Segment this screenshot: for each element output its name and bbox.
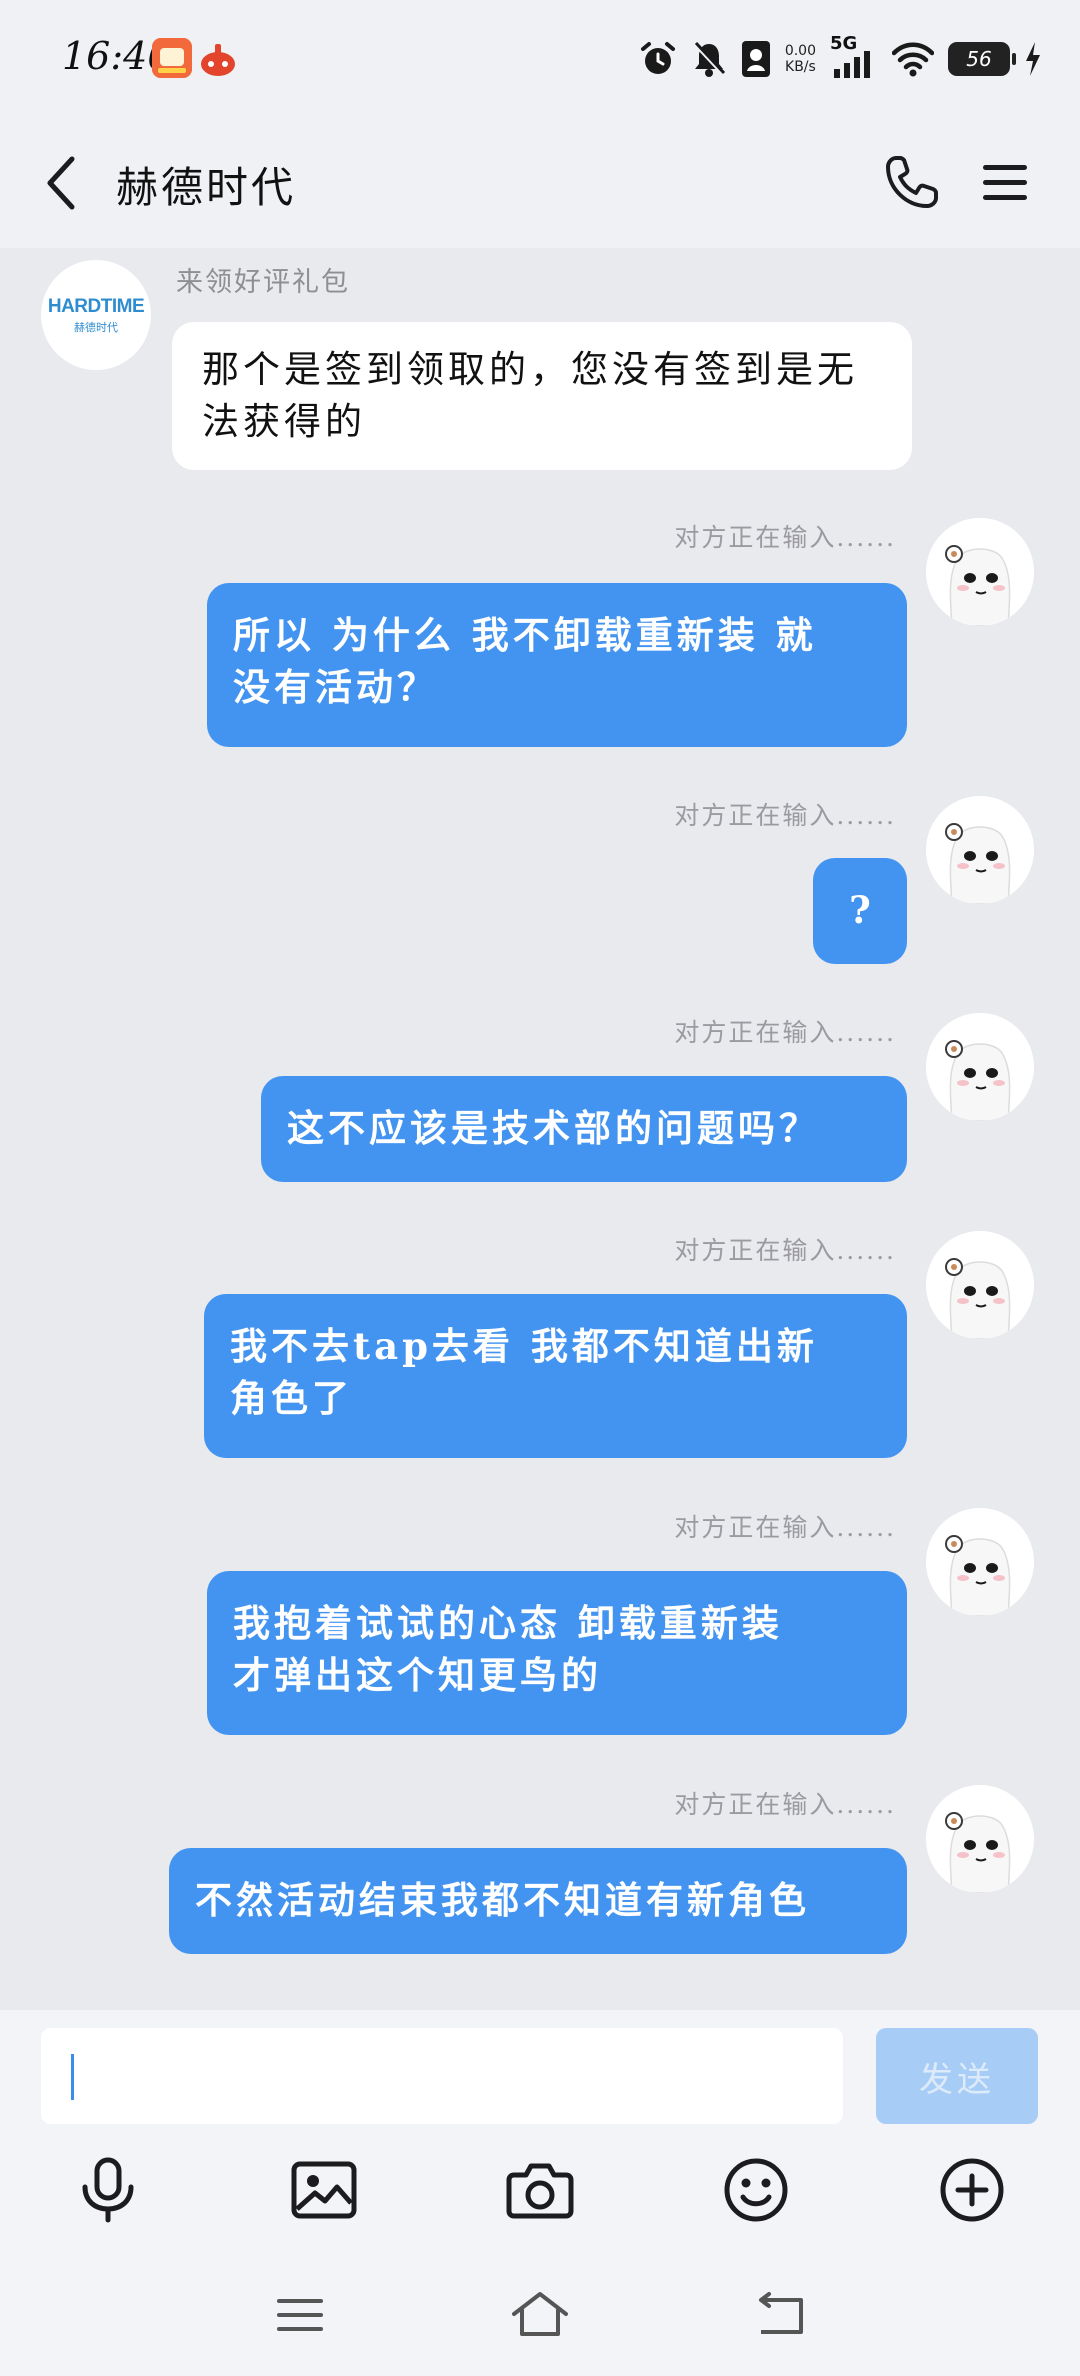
typing-indicator: 对方正在输入...... (674, 1513, 896, 1542)
system-navigation-bar (0, 2260, 1080, 2376)
composer-toolbar (0, 2132, 1080, 2260)
typing-indicator: 对方正在输入...... (674, 1236, 896, 1265)
chat-title: 赫德时代 (116, 163, 297, 212)
outgoing-message-line: 这不应该是技术部的问题吗？ (287, 1106, 820, 1150)
typing-indicator: 对方正在输入...... (674, 1018, 896, 1047)
outgoing-message-line: 角色了 (230, 1376, 353, 1420)
my-avatar-image (926, 1508, 1034, 1616)
signal-bars-icon (834, 51, 870, 78)
typing-indicator: 对方正在输入...... (674, 1790, 896, 1819)
battery-level: 56 (966, 47, 992, 71)
outgoing-message-bubble[interactable]: 这不应该是技术部的问题吗？ (261, 1076, 907, 1182)
cell-signal: 5G (830, 33, 878, 79)
my-avatar[interactable] (926, 1013, 1034, 1121)
menu-button[interactable] (970, 148, 1040, 218)
emoji-icon (724, 2158, 788, 2222)
outgoing-message-bubble[interactable]: 我抱着试试的心态 卸载重新装 才弹出这个知更鸟的 (207, 1571, 907, 1735)
typing-indicator: 对方正在输入...... (674, 523, 896, 552)
my-avatar-image (926, 1013, 1034, 1121)
status-bar: 16:46 0.00 KB/s 5G 56 (0, 0, 1080, 120)
microphone-icon (82, 2157, 134, 2223)
camera-button[interactable] (500, 2150, 580, 2230)
contact-avatar[interactable]: HARDTIME 赫德时代 (41, 260, 151, 370)
home-icon (512, 2292, 568, 2336)
send-button[interactable]: 发送 (876, 2028, 1038, 2124)
outgoing-message-line: 没有活动？ (233, 665, 438, 709)
outgoing-message-bubble[interactable]: ? (813, 858, 907, 964)
sender-name: 来领好评礼包 (176, 267, 350, 298)
emoji-button[interactable] (716, 2150, 796, 2230)
my-avatar-image (926, 1231, 1034, 1339)
notification-game-icon (198, 38, 238, 78)
camera-icon (506, 2163, 574, 2219)
text-caret (71, 2054, 74, 2100)
outgoing-message-line: 我抱着试试的心态 卸载重新装 (233, 1601, 783, 1645)
alarm-icon (640, 42, 675, 74)
chat-header: 赫德时代 (0, 120, 1080, 248)
outgoing-message-bubble[interactable]: 不然活动结束我都不知道有新角色 (169, 1848, 907, 1954)
network-speed: 0.00 KB/s (785, 43, 816, 75)
recents-icon (277, 2299, 323, 2331)
outgoing-message-line: ? (849, 888, 871, 932)
nav-home-button[interactable] (500, 2282, 580, 2348)
outgoing-message-line: 我不去tap去看 我都不知道出新 (230, 1324, 818, 1368)
network-speed-value: 0.00 (784, 43, 816, 59)
charging-icon (1026, 42, 1040, 76)
phone-icon (886, 156, 938, 208)
send-button-label: 发送 (919, 2059, 995, 2100)
wifi-icon (892, 42, 934, 77)
typing-indicator: 对方正在输入...... (674, 801, 896, 830)
outgoing-message-line: 才弹出这个知更鸟的 (233, 1653, 602, 1697)
image-button[interactable] (284, 2150, 364, 2230)
mute-bell-icon (693, 41, 725, 77)
image-icon (291, 2161, 357, 2219)
status-icons: 0.00 KB/s 5G 56 (639, 33, 1042, 82)
incoming-message-text: 那个是签到领取的，您没有签到是无法获得的 (202, 348, 858, 443)
more-button[interactable] (932, 2150, 1012, 2230)
avatar-brand-text: HARDTIME (47, 295, 145, 317)
incoming-message-bubble[interactable]: 那个是签到领取的，您没有签到是无法获得的 (172, 322, 912, 470)
my-avatar[interactable] (926, 1231, 1034, 1339)
outgoing-message-bubble[interactable]: 所以 为什么 我不卸载重新装 就 没有活动？ (207, 583, 907, 747)
outgoing-message-line: 所以 为什么 我不卸载重新装 就 (233, 613, 817, 657)
my-avatar[interactable] (926, 796, 1034, 904)
menu-icon (983, 165, 1027, 200)
plus-icon (940, 2158, 1004, 2222)
my-avatar-image (926, 1785, 1034, 1893)
my-avatar[interactable] (926, 1508, 1034, 1616)
nav-back-icon (759, 2292, 803, 2334)
nav-back-button[interactable] (740, 2282, 820, 2348)
nav-recents-button[interactable] (260, 2282, 340, 2348)
my-avatar-image (926, 518, 1034, 626)
outgoing-message-bubble[interactable]: 我不去tap去看 我都不知道出新 角色了 (204, 1294, 907, 1458)
chat-message-list[interactable]: HARDTIME 赫德时代 来领好评礼包 那个是签到领取的，您没有签到是无法获得… (0, 248, 1080, 2010)
my-avatar[interactable] (926, 1785, 1034, 1893)
notification-app-icon (152, 38, 192, 78)
call-button[interactable] (876, 148, 946, 218)
avatar-brand-subtext: 赫德时代 (74, 320, 118, 334)
voice-button[interactable] (68, 2150, 148, 2230)
network-speed-unit: KB/s (785, 59, 816, 75)
my-avatar-image (926, 796, 1034, 904)
message-composer: 发送 (0, 2010, 1080, 2132)
outgoing-message-line: 不然活动结束我都不知道有新角色 (195, 1878, 810, 1922)
back-arrow-icon (47, 156, 75, 210)
message-input[interactable] (41, 2028, 843, 2124)
back-button[interactable] (30, 150, 90, 216)
my-avatar[interactable] (926, 518, 1034, 626)
battery-indicator: 56 (948, 42, 1016, 76)
id-card-icon (741, 41, 770, 77)
